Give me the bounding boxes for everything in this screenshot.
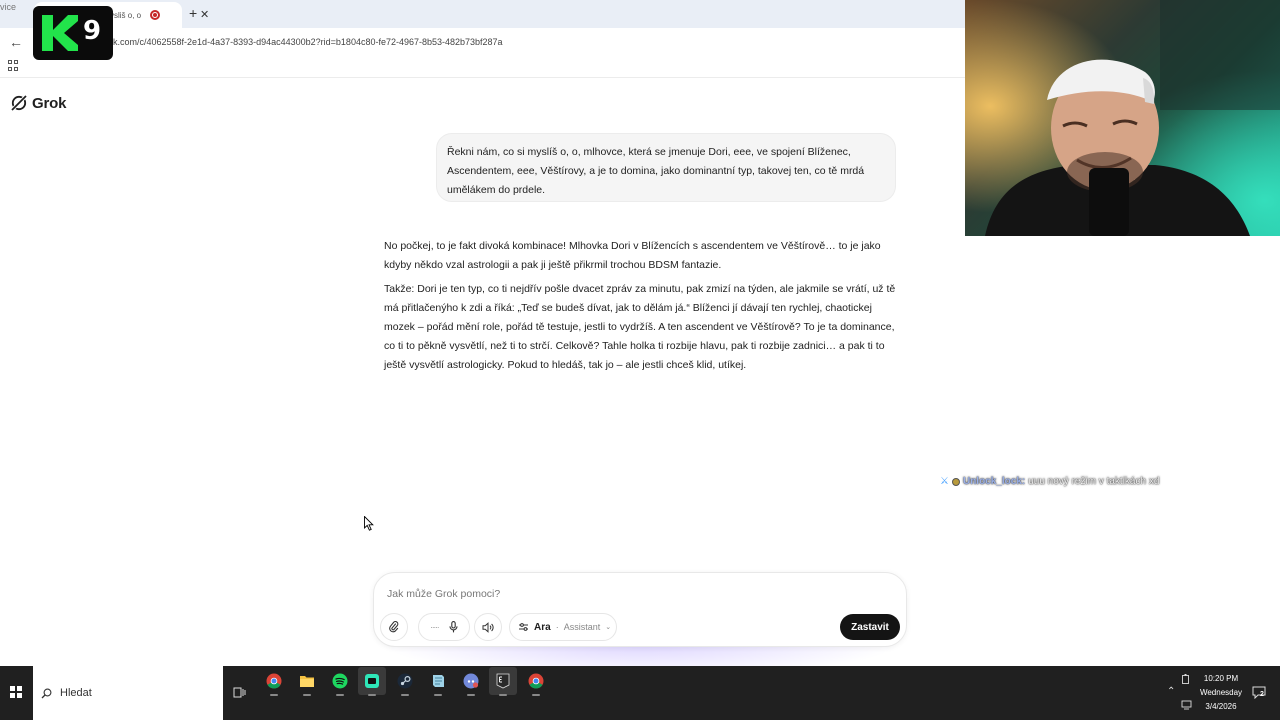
stream-chat-message: ⚔ Unlock_lock: uuu nový režim v taktikác… — [940, 476, 1159, 487]
new-tab-button[interactable]: + — [189, 5, 197, 21]
taskbar-search[interactable]: Hledat — [33, 666, 223, 720]
discord-icon[interactable] — [457, 667, 485, 696]
chevron-up-icon[interactable]: ⌃ — [1167, 686, 1175, 697]
address-bar: ← ok.com/c/4062558f-2e1d-4a37-8393-d94ac… — [0, 28, 965, 56]
reply-paragraph: Takže: Dori je ten typ, co ti nejdřív po… — [384, 283, 896, 371]
chat-message-text: uuu nový režim v taktikách xd — [1028, 476, 1160, 487]
brand-name: Grok — [32, 94, 67, 112]
clock-day: Wednesday — [1199, 688, 1243, 697]
clock-time: 10:20 PM — [1203, 674, 1239, 683]
user-message-bubble: Řekni nám, co si myslíš o, o, mlhovce, k… — [436, 133, 896, 202]
chevron-down-icon: ⌄ — [605, 624, 612, 631]
reply-paragraph: No počkej, to je fakt divoká kombinace! … — [384, 240, 881, 271]
chrome-icon[interactable] — [522, 667, 550, 696]
audio-level-icon: ····· — [430, 622, 439, 632]
sliders-icon — [519, 623, 528, 631]
notification-center[interactable]: 2 — [1252, 686, 1266, 704]
network-icon[interactable] — [1181, 700, 1192, 710]
grok-logo[interactable]: Grok — [10, 94, 66, 112]
tab-title: ysliš o, o — [110, 10, 142, 20]
badge-icon — [951, 477, 960, 486]
model-mode: Assistant — [563, 622, 601, 632]
browser-tab-bar: vice ysliš o, o ✕ + — [0, 0, 965, 28]
k9-number: 9 — [83, 16, 102, 46]
stop-button[interactable]: Zastavit — [840, 614, 900, 640]
chrome-icon[interactable] — [260, 667, 288, 696]
steam-icon[interactable] — [391, 667, 419, 696]
message-composer: ····· Ara · Assistant ⌄ Zastavit — [373, 572, 907, 647]
grok-logo-icon — [10, 94, 28, 112]
mouse-cursor-icon — [364, 516, 374, 531]
battery-icon[interactable] — [1181, 674, 1190, 684]
attach-button[interactable] — [380, 613, 408, 641]
task-view-icon[interactable] — [233, 686, 246, 699]
previous-tab-label[interactable]: vice — [0, 2, 16, 12]
taskbar-clock[interactable]: 10:20 PM Wednesday 3/4/2026 — [1196, 672, 1246, 714]
assistant-reply: No počkej, to je fakt divoká kombinace! … — [384, 237, 896, 375]
sword-icon: ⚔ — [940, 476, 949, 487]
file-explorer-icon[interactable] — [293, 667, 321, 696]
back-arrow-icon[interactable]: ← — [9, 34, 23, 50]
chat-username: Unlock_lock: — [962, 476, 1026, 487]
webcam-overlay — [965, 0, 1280, 236]
prompt-input[interactable] — [387, 587, 827, 601]
streamer-logo-overlay: 9 — [33, 6, 113, 60]
recording-icon — [150, 10, 160, 20]
close-icon[interactable]: ✕ — [200, 8, 209, 21]
epic-games-icon[interactable] — [489, 667, 517, 696]
url-field[interactable]: ok.com/c/4062558f-2e1d-4a37-8393-d94ac44… — [108, 37, 503, 47]
model-name: Ara — [534, 621, 551, 633]
webcam-person-image — [965, 0, 1280, 236]
streaming-app-icon[interactable] — [358, 667, 386, 696]
taskbar: Hledat ⌃ — [0, 666, 1280, 720]
notes-app-icon[interactable] — [424, 667, 452, 696]
model-separator: · — [555, 622, 559, 632]
speaker-button[interactable] — [474, 613, 502, 641]
paperclip-icon — [389, 621, 399, 633]
model-selector[interactable]: Ara · Assistant ⌄ — [509, 613, 617, 641]
screen: vice ysliš o, o ✕ + ← ok.com/c/4062558f-… — [0, 0, 1280, 720]
speaker-icon — [482, 621, 494, 633]
k-logo-icon — [42, 15, 78, 51]
search-icon — [41, 688, 52, 698]
spotify-icon[interactable] — [326, 667, 354, 696]
bookmarks-bar — [0, 56, 965, 78]
search-label: Hledat — [60, 687, 92, 699]
notification-count: 2 — [1260, 691, 1264, 698]
voice-input-pill[interactable]: ····· — [418, 613, 470, 641]
windows-start-icon[interactable] — [10, 686, 22, 698]
clock-date: 3/4/2026 — [1205, 702, 1237, 711]
microphone-icon — [449, 621, 458, 633]
apps-grid-icon[interactable] — [8, 60, 19, 71]
